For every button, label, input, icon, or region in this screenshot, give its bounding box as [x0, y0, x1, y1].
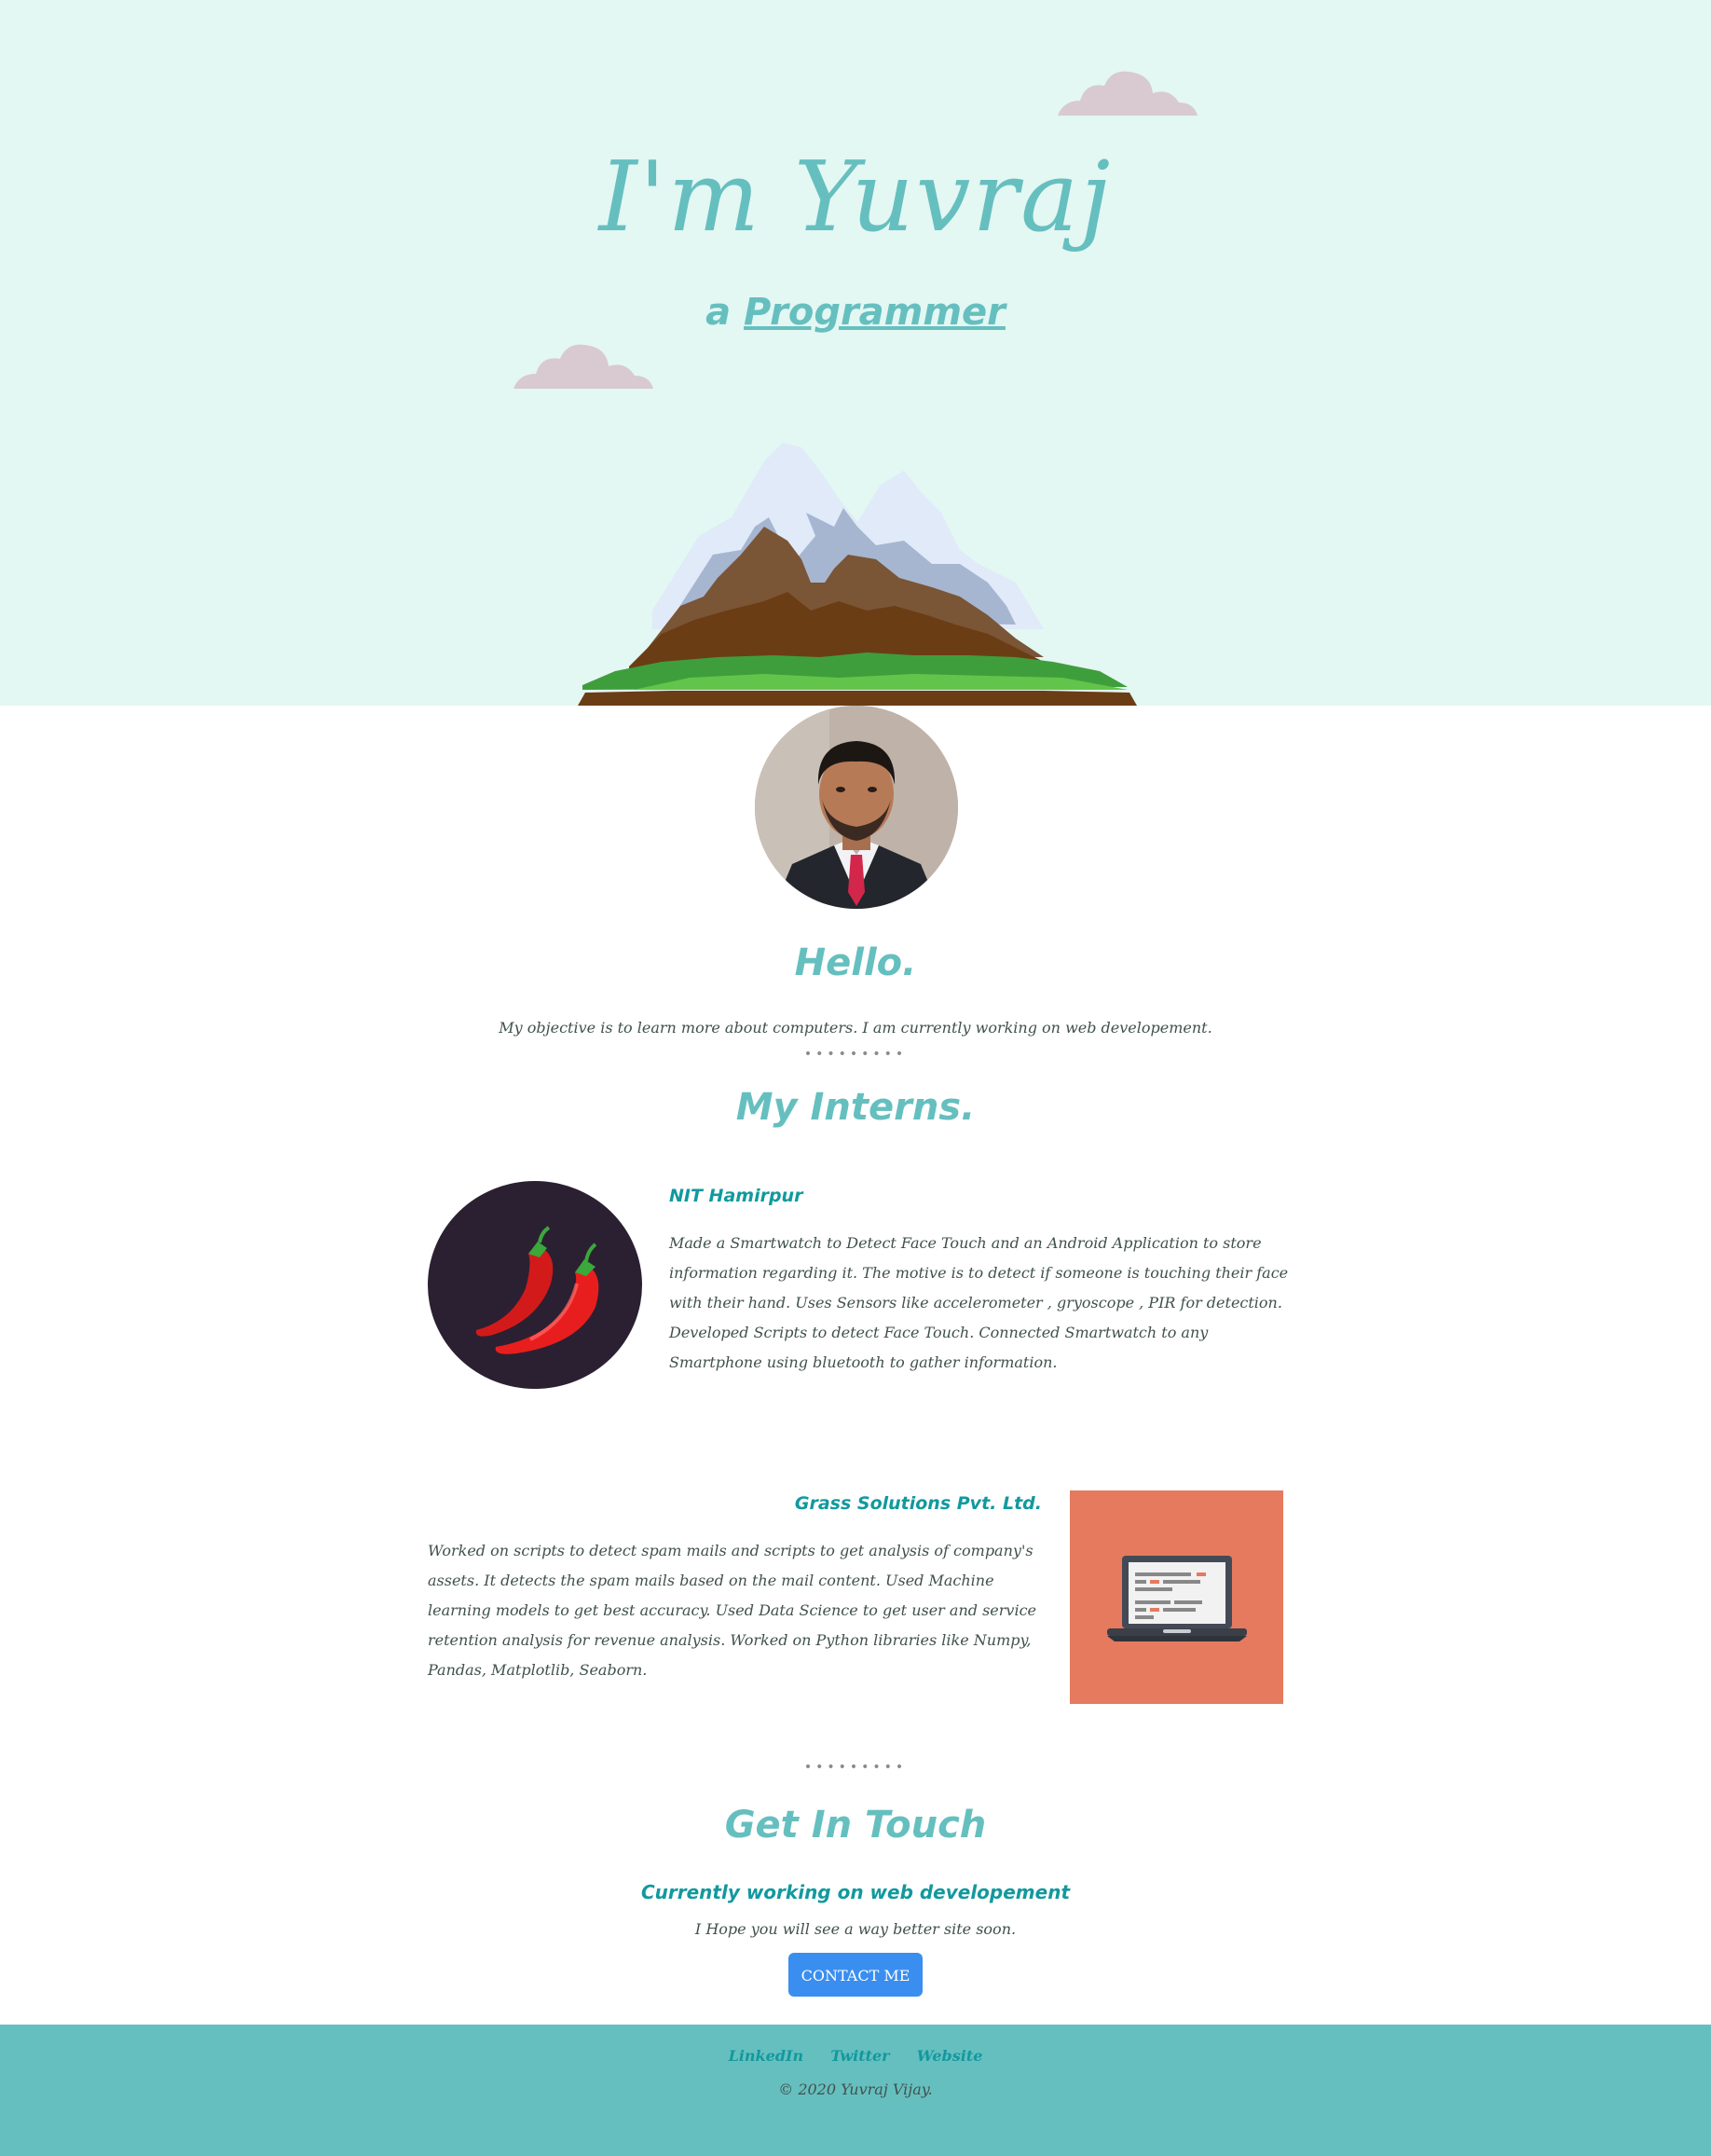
separator-dots: ••••••••• — [803, 1047, 908, 1062]
mountain-illustration — [578, 443, 1137, 706]
intern-company-nit: NIT Hamirpur — [669, 1186, 803, 1206]
intern-image-nit — [428, 1181, 642, 1389]
intern-description-grass: Worked on scripts to detect spam mails a… — [428, 1542, 1036, 1679]
contact-subheading: Currently working on web developement — [640, 1881, 1071, 1903]
footer-link-linkedin[interactable]: LinkedIn — [729, 2047, 804, 2065]
interns-heading: My Interns. — [735, 1086, 976, 1129]
separator-dots: ••••••••• — [803, 1760, 908, 1775]
intern-image-grass — [1070, 1490, 1283, 1704]
intern-company-grass: Grass Solutions Pvt. Ltd. — [794, 1493, 1042, 1514]
cloud-icon — [1058, 71, 1198, 116]
footer-link-twitter[interactable]: Twitter — [830, 2047, 889, 2065]
contact-me-button[interactable]: CONTACT ME — [788, 1953, 923, 1997]
intern-description-nit: Made a Smartwatch to Detect Face Touch a… — [669, 1234, 1289, 1371]
contact-heading: Get In Touch — [724, 1804, 987, 1847]
avatar — [755, 706, 958, 909]
contact-text: I Hope you will see a way better site so… — [694, 1920, 1017, 1938]
footer-link-website[interactable]: Website — [917, 2047, 983, 2065]
objective-text: My objective is to learn more about comp… — [499, 1019, 1212, 1037]
laptop-icon — [1107, 1556, 1247, 1641]
profile-photo — [755, 706, 958, 909]
about-heading: Hello. — [794, 941, 917, 984]
footer: LinkedIn Twitter Website © 2020 Yuvraj V… — [0, 2025, 1711, 2156]
subtitle: a Programmer — [0, 291, 1711, 334]
hero-section: I'm Yuvraj a Programmer — [0, 0, 1711, 706]
footer-links: LinkedIn Twitter Website — [0, 2047, 1711, 2065]
cloud-icon — [513, 344, 653, 389]
subtitle-prefix: a — [705, 291, 745, 334]
copyright-text: © 2020 Yuvraj Vijay. — [778, 2080, 933, 2098]
page-title: I'm Yuvraj — [598, 140, 1113, 254]
subtitle-role: Programmer — [744, 291, 1006, 334]
chili-peppers-icon — [475, 1226, 599, 1354]
